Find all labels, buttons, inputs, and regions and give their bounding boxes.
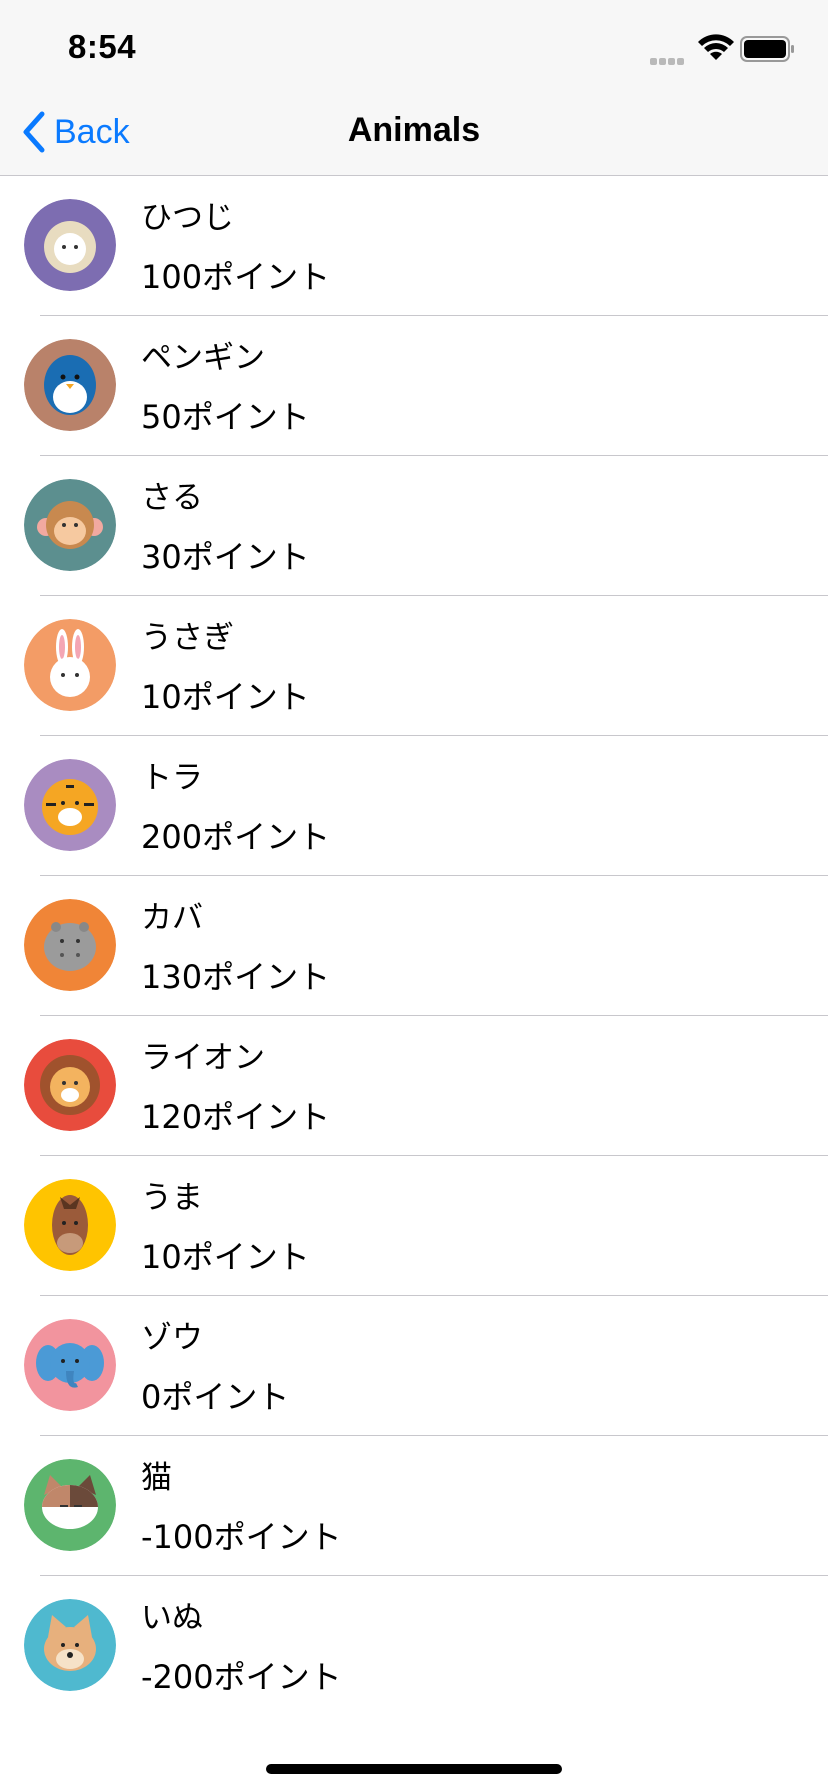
- hippo-icon: [24, 899, 116, 991]
- animal-avatar: [24, 339, 116, 431]
- animal-name: うさぎ: [141, 620, 234, 656]
- animal-name: うま: [141, 1180, 203, 1216]
- list-item[interactable]: うま 10ポイント: [0, 1156, 828, 1296]
- battery-icon: [740, 36, 794, 62]
- animal-name: トラ: [141, 760, 203, 796]
- list-item[interactable]: ペンギン 50ポイント: [0, 316, 828, 456]
- dog-icon: [24, 1599, 116, 1691]
- animal-name: ペンギン: [141, 340, 265, 376]
- list-item[interactable]: ゾウ 0ポイント: [0, 1296, 828, 1436]
- animal-avatar: [24, 1599, 116, 1691]
- page-title: Animals: [347, 111, 481, 149]
- sheep-icon: [24, 199, 116, 291]
- animal-name: ひつじ: [141, 200, 234, 236]
- animal-avatar: [24, 199, 116, 291]
- animal-avatar: [24, 759, 116, 851]
- home-indicator[interactable]: [266, 1764, 562, 1774]
- animal-points: 10ポイント: [141, 1238, 310, 1276]
- animal-avatar: [24, 619, 116, 711]
- animal-name: さる: [141, 480, 203, 516]
- lion-icon: [24, 1039, 116, 1131]
- animal-name: いぬ: [141, 1600, 203, 1636]
- animal-name: ライオン: [141, 1040, 265, 1076]
- animal-points: 130ポイント: [141, 958, 331, 996]
- monkey-icon: [24, 479, 116, 571]
- list-item[interactable]: いぬ -200ポイント: [0, 1576, 828, 1716]
- list-item[interactable]: ライオン 120ポイント: [0, 1016, 828, 1156]
- list-item[interactable]: トラ 200ポイント: [0, 736, 828, 876]
- animal-avatar: [24, 1039, 116, 1131]
- animal-points: -200ポイント: [141, 1658, 342, 1696]
- wifi-icon: [698, 34, 734, 60]
- animal-avatar: [24, 479, 116, 571]
- cellular-signal-icon: [650, 50, 690, 65]
- animal-points: 200ポイント: [141, 818, 331, 856]
- list-item[interactable]: うさぎ 10ポイント: [0, 596, 828, 736]
- animal-points: 0ポイント: [141, 1378, 290, 1416]
- list-item[interactable]: ひつじ 100ポイント: [0, 176, 828, 316]
- list-item[interactable]: さる 30ポイント: [0, 456, 828, 596]
- penguin-icon: [24, 339, 116, 431]
- animal-avatar: [24, 1179, 116, 1271]
- list-item[interactable]: 猫 -100ポイント: [0, 1436, 828, 1576]
- animal-points: 10ポイント: [141, 678, 310, 716]
- list-item[interactable]: カバ 130ポイント: [0, 876, 828, 1016]
- animal-avatar: [24, 1319, 116, 1411]
- animal-name: カバ: [141, 900, 203, 936]
- animal-name: ゾウ: [141, 1320, 203, 1356]
- status-bar: 8:54: [0, 0, 828, 88]
- animal-avatar: [24, 899, 116, 991]
- animal-list: ひつじ 100ポイント ペンギン 50ポイント さる 30ポイント うさぎ 10…: [0, 176, 828, 1716]
- animal-avatar: [24, 1459, 116, 1551]
- cat-icon: [24, 1459, 116, 1551]
- animal-points: -100ポイント: [141, 1518, 342, 1556]
- animal-points: 50ポイント: [141, 398, 310, 436]
- status-time: 8:54: [68, 28, 137, 65]
- elephant-icon: [24, 1319, 116, 1411]
- navigation-bar: Back Animals: [0, 88, 828, 176]
- rabbit-icon: [24, 619, 116, 711]
- horse-icon: [24, 1179, 116, 1271]
- animal-points: 120ポイント: [141, 1098, 331, 1136]
- animal-points: 100ポイント: [141, 258, 331, 296]
- animal-points: 30ポイント: [141, 538, 310, 576]
- tiger-icon: [24, 759, 116, 851]
- animal-name: 猫: [141, 1460, 172, 1496]
